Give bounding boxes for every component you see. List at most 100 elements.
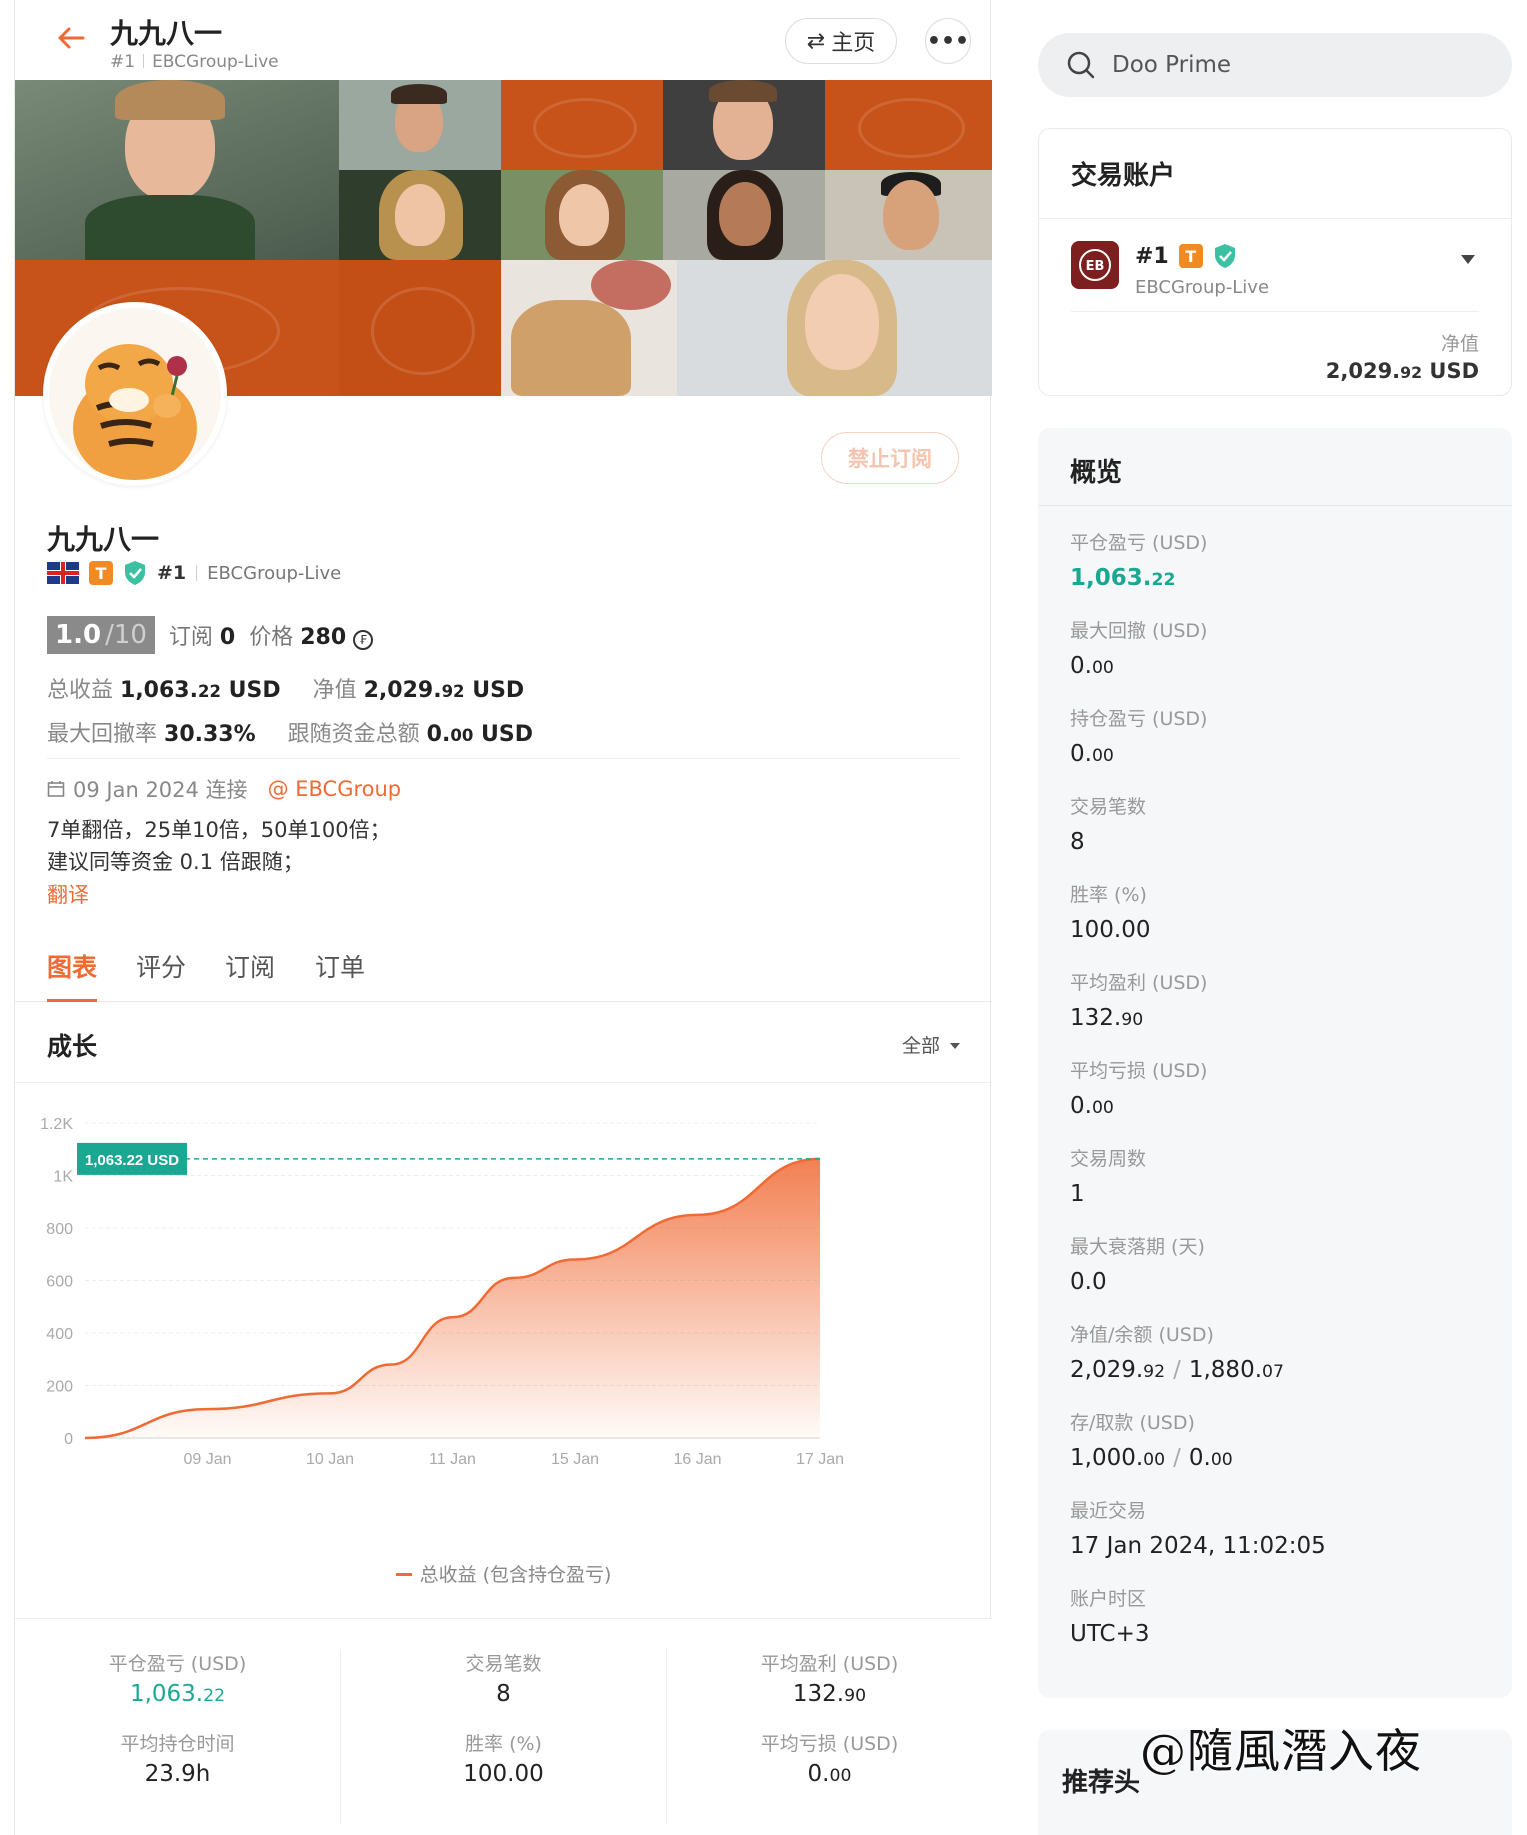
unsubscribe-button[interactable]: 禁止订阅 — [821, 432, 959, 484]
translate-link[interactable]: 翻译 — [47, 879, 89, 909]
tab-rating[interactable]: 评分 — [136, 948, 186, 1002]
range-filter-dropdown[interactable]: 全部 — [902, 1031, 960, 1058]
broker-logo: EB — [1071, 241, 1119, 289]
overview-item-value: 1 — [1070, 1181, 1085, 1207]
tab-bar: 图表 评分 订阅 订单 — [15, 940, 992, 1002]
overview-item-label: 最大衰落期 (天) — [1070, 1236, 1205, 1258]
overview-item-label: 平仓盈亏 (USD) — [1070, 532, 1208, 554]
stat-label: 平仓盈亏 (USD) — [108, 1653, 247, 1675]
account-name: #1 T — [1135, 243, 1237, 269]
stat-value: 0.00 — [807, 1761, 852, 1787]
overview-panel: 概览 平仓盈亏 (USD) 1,063.22 最大回撤 (USD) 0.00 持仓盈亏 … — [1038, 428, 1512, 1698]
x-tick-label: 11 Jan — [429, 1451, 476, 1468]
account-equity-label: 净值 — [1440, 333, 1479, 355]
overview-item: 平仓盈亏 (USD) 1,063.22 — [1070, 528, 1207, 591]
home-button[interactable]: ⇄ 主页 — [785, 18, 897, 64]
overview-title: 概览 — [1038, 428, 1512, 506]
broker-link[interactable]: @ EBCGroup — [268, 777, 402, 801]
stats-panel: 平仓盈亏 (USD) 1,063.22 平均持仓时间 23.9h 交易笔数 8 … — [15, 1618, 992, 1835]
server-text: EBCGroup-Live — [152, 52, 279, 72]
home-label: 主页 — [831, 31, 876, 56]
t-badge-icon: T — [1178, 244, 1203, 268]
stat-value: 1,063.22 — [129, 1681, 226, 1707]
overview-item-label: 账户时区 — [1070, 1588, 1147, 1610]
coin-icon: ₣ — [353, 630, 374, 650]
max-drawdown-value: 30.33% — [164, 722, 256, 747]
overview-item-label: 最近交易 — [1070, 1500, 1147, 1522]
stat-label: 平均持仓时间 — [120, 1733, 235, 1755]
stats-column: 平仓盈亏 (USD) 1,063.22 平均持仓时间 23.9h — [15, 1649, 340, 1809]
profit-equity-row: 总收益 1,063.22 USD 净值 2,029.92 USD — [47, 672, 524, 704]
overview-item: 平均盈利 (USD) 132.90 — [1070, 968, 1207, 1031]
profile-name: 九九八一 — [47, 523, 160, 556]
page: 九九八一 #1 EBCGroup-Live ⇄ 主页 ••• 禁止订阅 九九八一… — [0, 0, 1527, 1835]
overview-item: 最近交易 17 Jan 2024, 11:02:05 — [1070, 1496, 1326, 1559]
growth-chart-svg: 0 200 400 600 800 1K 1.2K 09 Jan 10 Jan 11 Jan 15 … — [40, 1116, 844, 1468]
account-server: EBCGroup-Live — [1135, 277, 1270, 298]
x-tick-label: 17 Jan — [796, 1451, 844, 1468]
growth-header: 成长 全部 — [15, 1003, 992, 1083]
account-card-title: 交易账户 — [1039, 129, 1511, 219]
recommend-title: 推荐头 — [1062, 1768, 1141, 1798]
tab-subscribe[interactable]: 订阅 — [225, 948, 275, 1002]
overview-item-value: 8 — [1070, 829, 1085, 855]
stat-value: 132.90 — [792, 1681, 867, 1707]
account-equity-value: 2,029.92 USD — [1325, 359, 1479, 383]
equity-label: 净值 — [312, 678, 357, 703]
score-badge: 1.0/10 — [47, 616, 155, 654]
overview-item-label: 持仓盈亏 (USD) — [1070, 708, 1208, 730]
profile-server: EBCGroup-Live — [207, 562, 342, 584]
y-tick-label: 200 — [46, 1379, 73, 1396]
overview-item-value: 132.90 — [1070, 1005, 1144, 1031]
account-selector[interactable]: EB #1 T EBCGroup-Live 净值 2,029.92 USD — [1039, 219, 1511, 403]
overview-item: 持仓盈亏 (USD) 0.00 — [1070, 704, 1207, 767]
stat-label: 平均盈利 (USD) — [760, 1653, 899, 1675]
x-tick-label: 16 Jan — [673, 1451, 721, 1468]
connected-date: 09 Jan 2024 连接 — [73, 778, 248, 802]
drawdown-follow-row: 最大回撤率 30.33% 跟随资金总额 0.00 USD — [47, 716, 533, 748]
overview-item-value: 0.00 — [1070, 741, 1114, 767]
search-icon — [1067, 51, 1095, 79]
tab-orders[interactable]: 订单 — [315, 948, 365, 1002]
overview-item-label: 净值/余额 (USD) — [1070, 1324, 1214, 1346]
overview-item: 净值/余额 (USD) 2,029.92/1,880.07 — [1070, 1320, 1284, 1383]
total-profit-label: 总收益 — [47, 678, 114, 703]
banner-photo — [339, 80, 501, 170]
y-tick-label: 0 — [64, 1431, 73, 1448]
description-line: 7单翻倍，25单10倍，50单100倍； — [47, 818, 391, 842]
overview-item-value: 17 Jan 2024, 11:02:05 — [1070, 1533, 1326, 1559]
overview-item-label: 平均盈利 (USD) — [1070, 972, 1208, 994]
overview-item-label: 存/取款 (USD) — [1070, 1412, 1195, 1434]
search-input[interactable]: Doo Prime — [1112, 52, 1231, 78]
more-options-icon[interactable]: ••• — [925, 18, 971, 64]
score-row: 1.0/10 订阅 0 价格 280 ₣ — [47, 616, 374, 654]
back-arrow-icon[interactable] — [55, 22, 91, 58]
subscribe-value: 0 — [219, 625, 236, 650]
svg-text:EB: EB — [1086, 259, 1105, 274]
overview-item-value: 0.0 — [1070, 1269, 1107, 1295]
overview-item: 胜率 (%) 100.00 — [1070, 880, 1150, 943]
price-label: 价格 — [249, 625, 294, 650]
follow-funds-label: 跟随资金总额 — [287, 722, 420, 747]
overview-item: 最大回撤 (USD) 0.00 — [1070, 616, 1207, 679]
y-tick-label: 800 — [46, 1221, 73, 1238]
y-tick-label: 1K — [53, 1169, 73, 1186]
overview-item-value: 0.00 — [1070, 653, 1114, 679]
profile-rank: #1 — [157, 562, 187, 584]
caret-down-icon[interactable] — [1461, 255, 1475, 264]
y-tick-label: 1.2K — [40, 1116, 73, 1133]
growth-title: 成长 — [47, 1032, 98, 1061]
banner-photo — [15, 80, 339, 260]
search-bar[interactable]: Doo Prime — [1038, 33, 1512, 97]
stat-label: 平均亏损 (USD) — [760, 1733, 899, 1755]
price: 价格 280 ₣ — [249, 619, 374, 651]
stat-value: 8 — [496, 1681, 511, 1707]
account-rank: #1 — [1135, 243, 1169, 269]
stat-label: 交易笔数 — [465, 1653, 542, 1675]
avatar — [43, 302, 227, 486]
tab-chart[interactable]: 图表 — [47, 948, 98, 1002]
uk-flag-icon — [47, 562, 79, 584]
growth-chart: 0 200 400 600 800 1K 1.2K 09 Jan 10 Jan 11 Jan 15 … — [15, 1083, 992, 1618]
banner-photo — [663, 170, 825, 260]
overview-item-label: 最大回撤 (USD) — [1070, 620, 1208, 642]
